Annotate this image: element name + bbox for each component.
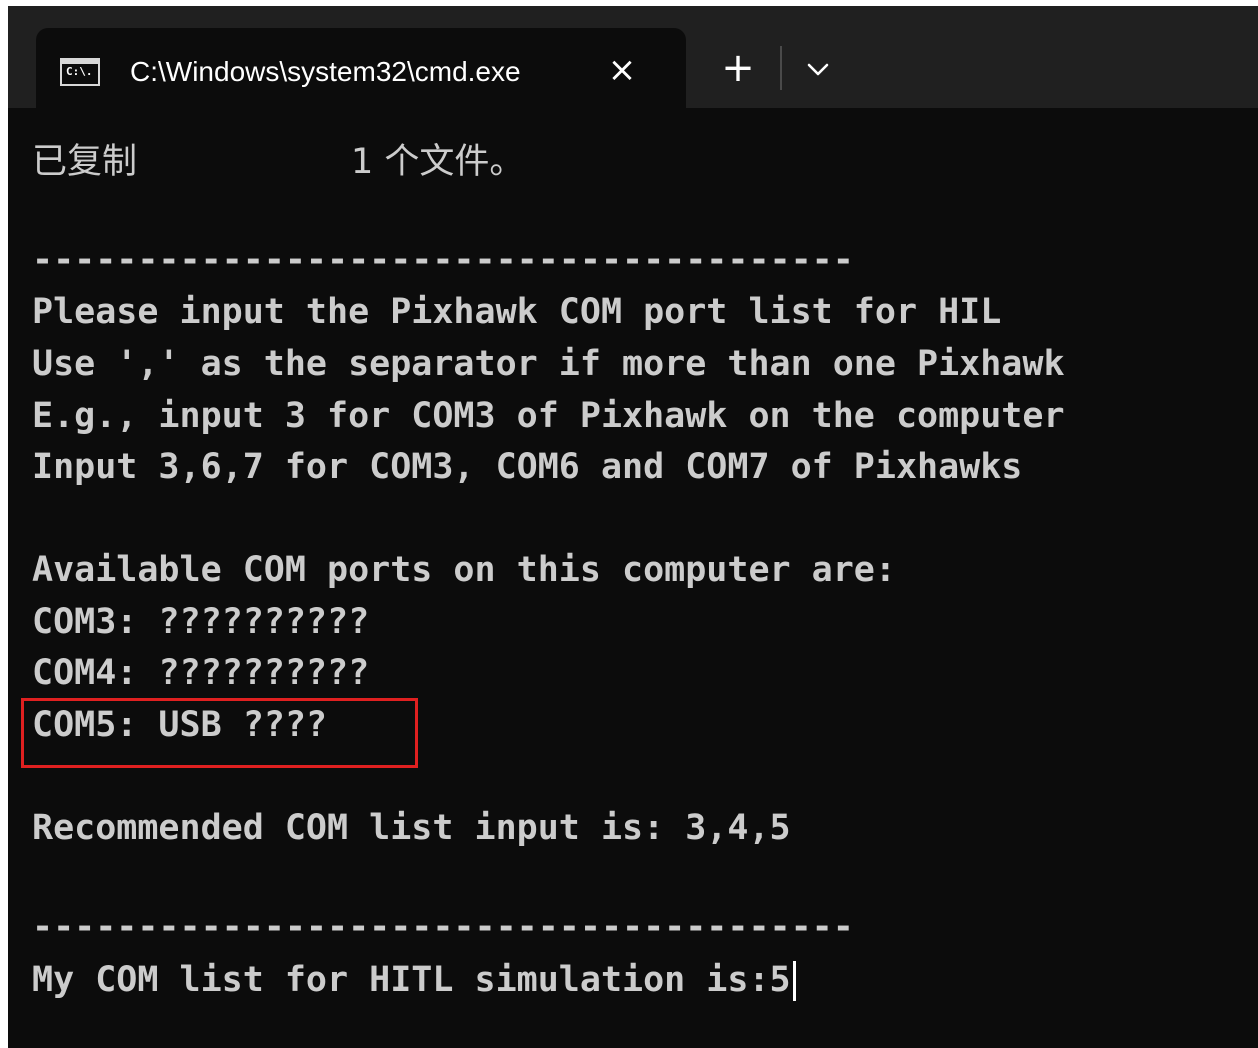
cmd-icon-label: C:\. <box>66 65 93 78</box>
recommended-line: Recommended COM list input is: 3,4,5 <box>32 808 791 848</box>
available-ports-header: Available COM ports on this computer are… <box>32 550 896 590</box>
console-output[interactable]: 已复制 1 个文件。 ------------------------------… <box>8 108 1258 1048</box>
terminal-window: C:\. C:\Windows\system32\cmd.exe × + 已复制… <box>8 6 1258 1048</box>
highlight-box <box>21 698 418 768</box>
dropdown-button[interactable] <box>794 44 842 92</box>
close-icon[interactable]: × <box>602 50 642 90</box>
tab-bar: C:\. C:\Windows\system32\cmd.exe × + <box>8 6 1258 108</box>
separator-line: --------------------------------------- <box>32 907 854 947</box>
chevron-down-icon <box>807 63 829 76</box>
text-cursor <box>792 961 796 1001</box>
instruction-line: Please input the Pixhawk COM port list f… <box>32 292 1002 332</box>
tab-cmd[interactable]: C:\. C:\Windows\system32\cmd.exe × <box>36 28 686 108</box>
port-line: COM3: ?????????? <box>32 602 370 642</box>
instruction-line: Use ',' as the separator if more than on… <box>32 344 1065 384</box>
input-prompt: My COM list for HITL simulation is: <box>32 960 770 1000</box>
input-prompt-line[interactable]: My COM list for HITL simulation is:5 <box>32 956 796 1004</box>
cmd-icon: C:\. <box>60 58 100 86</box>
copy-status-count: 1 个文件。 <box>351 142 525 182</box>
copy-status-label: 已复制 <box>32 142 138 182</box>
tab-title: C:\Windows\system32\cmd.exe <box>130 56 521 87</box>
new-tab-button[interactable]: + <box>712 42 764 94</box>
tab-separator <box>780 46 782 90</box>
instruction-line: E.g., input 3 for COM3 of Pixhawk on the… <box>32 396 1065 436</box>
copy-status-line: 已复制 1 个文件。 <box>32 138 524 186</box>
input-value[interactable]: 5 <box>770 960 791 1000</box>
instruction-line: Input 3,6,7 for COM3, COM6 and COM7 of P… <box>32 447 1023 487</box>
separator-line: --------------------------------------- <box>32 240 854 280</box>
port-line: COM4: ?????????? <box>32 653 370 693</box>
